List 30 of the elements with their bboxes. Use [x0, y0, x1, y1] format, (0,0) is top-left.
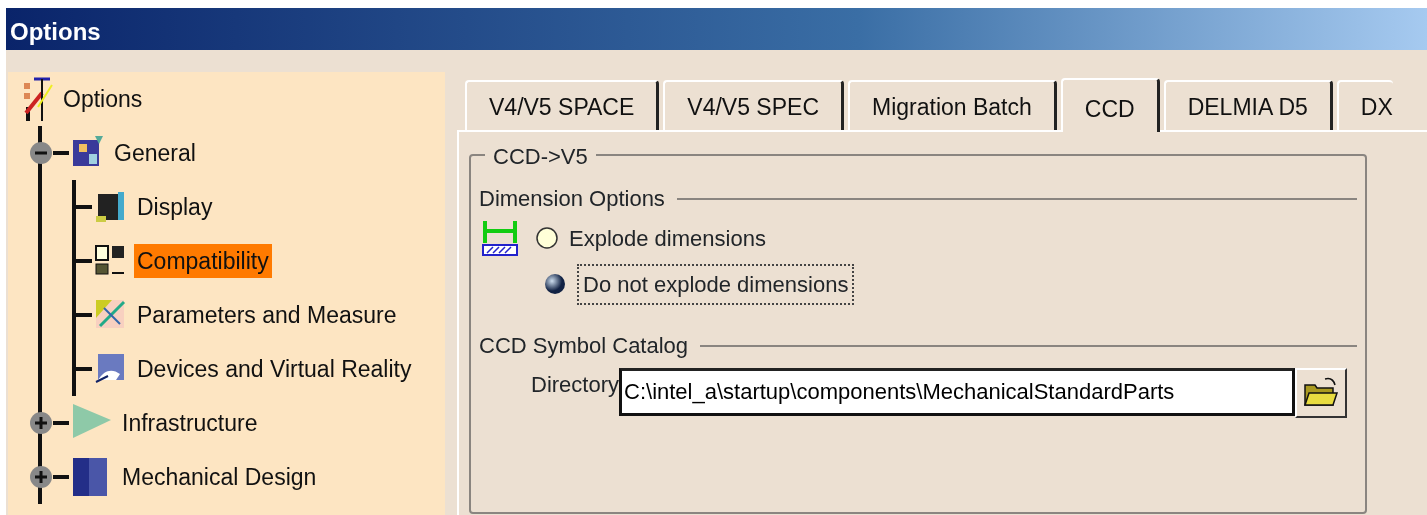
- tab[interactable]: Migration Batch: [848, 79, 1057, 130]
- tree-item[interactable]: General: [111, 135, 199, 171]
- tree-item[interactable]: Infrastructure: [119, 405, 261, 441]
- tree-item[interactable]: Devices and Virtual Reality: [134, 351, 415, 387]
- section-title: CCD Symbol Catalog: [479, 332, 689, 360]
- tab[interactable]: CCD: [1060, 77, 1160, 132]
- radio-label[interactable]: Explode dimensions: [569, 221, 766, 255]
- tree-item[interactable]: Parameters and Measure: [134, 297, 400, 333]
- browse-button[interactable]: [1295, 368, 1347, 418]
- radio-label[interactable]: Do not explode dimensions: [577, 263, 855, 305]
- directory-field[interactable]: C:\intel_a\startup\components\MechanicalStandardParts: [619, 368, 1295, 416]
- folder-icon: [1303, 377, 1339, 409]
- radio-button[interactable]: [535, 226, 559, 250]
- tree-item[interactable]: Display: [134, 189, 216, 225]
- tab[interactable]: DELMIA D5: [1163, 79, 1333, 130]
- options-icon: [22, 77, 54, 121]
- tree-item[interactable]: Mechanical Design: [119, 459, 320, 495]
- dimension-icon: [481, 219, 519, 257]
- tab[interactable]: V4/V5 SPEC: [663, 79, 844, 130]
- expand-icon[interactable]: [29, 411, 53, 435]
- field-label: Directory: [531, 371, 619, 399]
- collapse-icon[interactable]: [29, 141, 53, 165]
- tab[interactable]: V4/V5 SPACE: [465, 79, 660, 130]
- radio-button[interactable]: [543, 272, 567, 296]
- tree-item[interactable]: Compatibility: [134, 243, 272, 279]
- section-title: Dimension Options: [479, 185, 665, 213]
- window-title: Options: [6, 8, 1427, 50]
- tab[interactable]: DX: [1336, 79, 1393, 130]
- expand-icon[interactable]: [29, 465, 53, 489]
- tree-item[interactable]: Options: [60, 81, 146, 117]
